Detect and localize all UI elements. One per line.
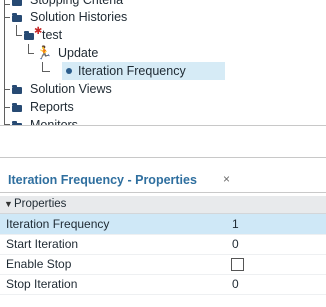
property-value[interactable]: 1 (232, 214, 239, 234)
chevron-down-icon[interactable]: ▼ (4, 196, 13, 213)
tree-item-solution-histories[interactable]: Solution Histories (0, 8, 220, 26)
properties-section-header[interactable]: ▼ Properties (0, 196, 326, 214)
property-name: Iteration Frequency (6, 217, 110, 231)
tree-item-update[interactable]: 🏃 Update (0, 44, 140, 62)
running-figure-icon: 🏃 (36, 45, 53, 60)
property-row-start-iteration[interactable]: Start Iteration 0 (0, 234, 326, 255)
tree-item-test[interactable]: ✱ test (0, 26, 120, 44)
property-value[interactable]: 0 (232, 274, 239, 294)
tree-item-monitors[interactable]: Monitors (0, 116, 200, 125)
property-row-iteration-frequency[interactable]: Iteration Frequency 1 (0, 214, 326, 235)
tree-horizontal-scrollbar[interactable] (0, 125, 326, 158)
properties-title: Iteration Frequency - Properties (8, 173, 197, 187)
enable-stop-checkbox[interactable] (231, 258, 244, 271)
tree-line (42, 71, 50, 72)
folder-icon (24, 31, 34, 40)
update-event-icon (66, 68, 72, 74)
property-value[interactable]: 0 (232, 234, 239, 254)
simulation-tree[interactable]: Stopping Criteria Solution Histories ✱ t… (0, 0, 326, 158)
folder-icon (12, 13, 22, 22)
tree-item-reports[interactable]: Reports (0, 98, 200, 116)
tree-item-iteration-frequency[interactable]: Iteration Frequency (62, 62, 225, 80)
property-name: Stop Iteration (6, 277, 78, 291)
folder-icon (12, 85, 22, 94)
property-row-enable-stop[interactable]: Enable Stop (0, 254, 326, 275)
close-icon[interactable]: × (223, 172, 230, 186)
folder-icon (12, 0, 22, 6)
properties-tab[interactable]: Iteration Frequency - Properties × (0, 166, 326, 193)
property-name: Start Iteration (6, 237, 79, 251)
folder-icon (12, 103, 22, 112)
property-name: Enable Stop (6, 257, 72, 271)
tree-item-solution-views[interactable]: Solution Views (0, 80, 200, 98)
property-row-stop-iteration[interactable]: Stop Iteration 0 (0, 274, 326, 295)
section-label: Properties (14, 198, 67, 210)
